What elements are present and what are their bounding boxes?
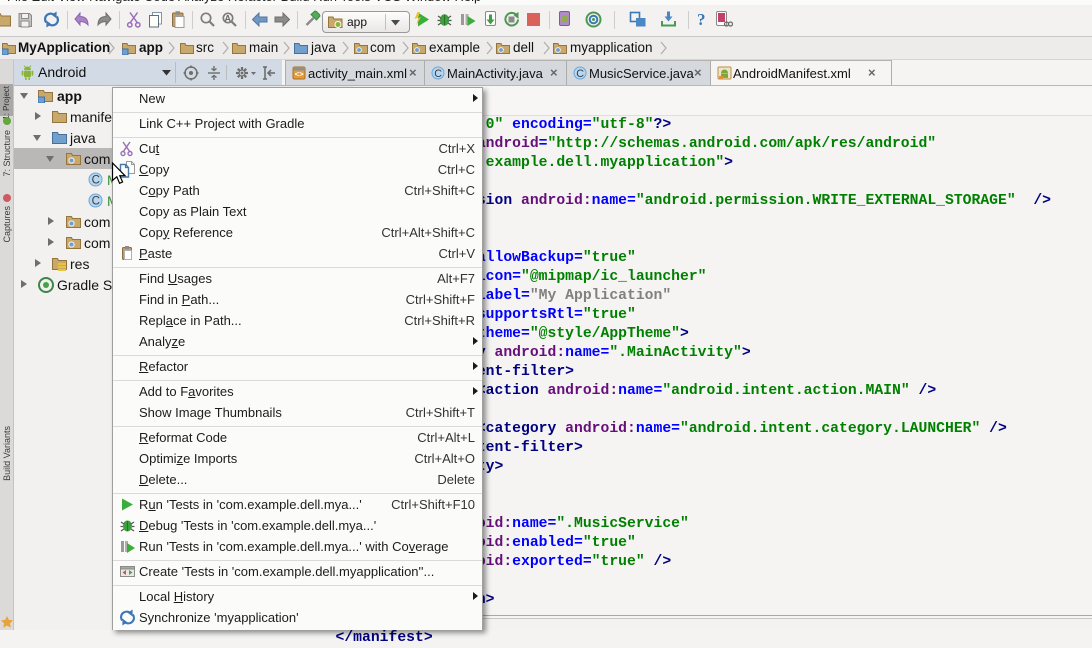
svg-text:C: C [434,68,442,80]
svg-text:<>: <> [295,72,305,80]
svg-text:C: C [576,68,584,80]
svg-text:C: C [92,175,100,187]
svg-text:C: C [92,196,100,208]
svg-text:A: A [225,14,232,24]
